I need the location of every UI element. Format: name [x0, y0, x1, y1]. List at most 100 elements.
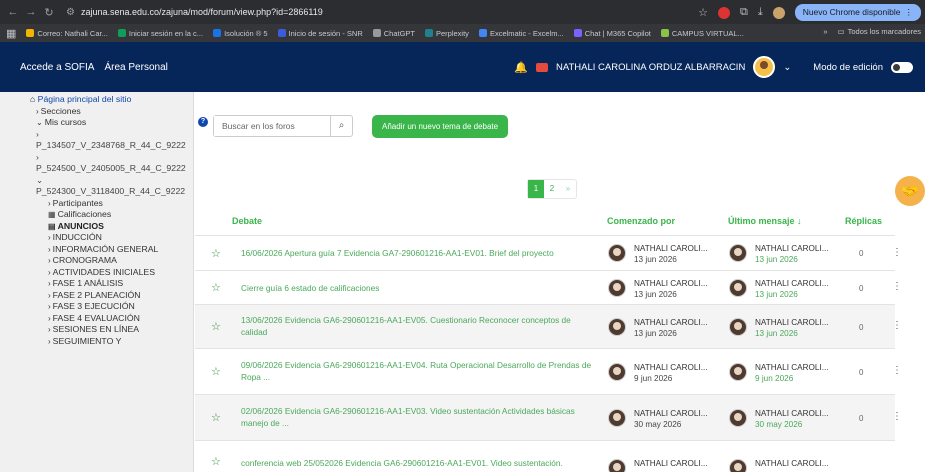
bookmark-item[interactable]: Iniciar sesión en la c...	[117, 29, 203, 38]
avatar[interactable]	[729, 279, 747, 297]
sidebar-item-fase-3[interactable]: › FASE 3 EJECUCIÓN	[48, 301, 193, 313]
discussion-link[interactable]: conferencia web 25/052026 Evidencia GA6-…	[241, 457, 596, 469]
sidebar-item-fase-2[interactable]: › FASE 2 PLANEACIÓN	[48, 290, 193, 302]
extensions-puzzle-icon[interactable]: ⧉	[740, 6, 748, 19]
sidebar-item-fase-4[interactable]: › FASE 4 EVALUACIÓN	[48, 313, 193, 325]
avatar[interactable]	[729, 363, 747, 381]
starter-name[interactable]: NATHALI CAROLI...	[634, 363, 708, 372]
chrome-update-button[interactable]: Nuevo Chrome disponible ⋮	[794, 4, 921, 21]
column-replies[interactable]: Réplicas	[845, 216, 882, 226]
sidebar-course-2[interactable]: › P_524500_V_2405005_R_44_C_9222	[36, 152, 193, 175]
sidebar-item-induccion[interactable]: › INDUCCIÓN	[48, 232, 193, 244]
search-input[interactable]	[214, 116, 329, 136]
chevron-double-right-icon[interactable]: »	[823, 27, 827, 36]
more-options-icon[interactable]: ⋮	[892, 411, 902, 422]
site-info-icon[interactable]: ⚙	[66, 7, 75, 18]
bell-icon[interactable]: 🔔	[514, 61, 528, 74]
more-options-icon[interactable]: ⋮	[892, 247, 902, 258]
profile-avatar[interactable]	[772, 6, 785, 19]
sidebar-item-my-courses[interactable]: ⌄ Mis cursos	[36, 117, 193, 129]
avatar[interactable]	[608, 279, 626, 297]
last-post-author[interactable]: NATHALI CAROLI...	[755, 279, 829, 288]
last-post-date[interactable]: 13 jun 2026	[755, 290, 798, 299]
sidebar-item-info-general[interactable]: › INFORMACIÓN GENERAL	[48, 244, 193, 256]
starter-name[interactable]: NATHALI CAROLI...	[634, 409, 708, 418]
star-icon[interactable]: ☆	[211, 411, 221, 424]
avatar[interactable]	[608, 318, 626, 336]
discussion-link[interactable]: 16/06/2026 Apertura guía 7 Evidencia GA7…	[241, 247, 596, 259]
star-icon[interactable]: ☆	[211, 455, 221, 468]
edit-mode-toggle[interactable]	[891, 61, 913, 73]
last-post-date[interactable]: 9 jun 2026	[755, 374, 793, 383]
more-options-icon[interactable]: ⋮	[892, 320, 902, 331]
avatar[interactable]	[608, 363, 626, 381]
discussion-link[interactable]: Cierre guía 6 estado de calificaciones	[241, 282, 596, 294]
chevron-down-icon[interactable]: ⌄	[783, 62, 791, 73]
sidebar-item-sections[interactable]: › Secciones	[36, 106, 193, 118]
avatar[interactable]	[608, 459, 626, 472]
sidebar-item-seguimiento[interactable]: › SEGUIMIENTO Y	[48, 336, 193, 348]
sidebar-item-actividades-iniciales[interactable]: › ACTIVIDADES INICIALES	[48, 267, 193, 279]
avatar[interactable]	[729, 459, 747, 472]
avatar[interactable]	[608, 409, 626, 427]
extension-icon[interactable]	[717, 6, 730, 19]
more-options-icon[interactable]: ⋮	[892, 281, 902, 292]
last-post-author[interactable]: NATHALI CAROLI...	[755, 459, 829, 468]
more-options-icon[interactable]: ⋮	[892, 365, 902, 376]
star-icon[interactable]: ☆	[211, 247, 221, 260]
all-bookmarks-button[interactable]: ▭ Todos los marcadores	[838, 27, 921, 36]
avatar[interactable]	[729, 409, 747, 427]
bookmark-item[interactable]: Correo: Nathali Car...	[26, 29, 108, 38]
starter-name[interactable]: NATHALI CAROLI...	[634, 459, 708, 468]
back-icon[interactable]: ←	[4, 6, 22, 18]
nav-link-sofia[interactable]: Accede a SOFIA	[20, 62, 94, 73]
sidebar-item-participants[interactable]: › Participantes	[48, 198, 193, 210]
avatar[interactable]	[608, 244, 626, 262]
column-debate[interactable]: Debate	[232, 216, 262, 226]
avatar[interactable]	[729, 244, 747, 262]
download-icon[interactable]: ⤓	[758, 6, 763, 19]
last-post-author[interactable]: NATHALI CAROLI...	[755, 409, 829, 418]
user-avatar[interactable]	[753, 56, 776, 78]
sidebar-item-fase-1[interactable]: › FASE 1 ANÁLISIS	[48, 278, 193, 290]
sidebar-item-cronograma[interactable]: › CRONOGRAMA	[48, 255, 193, 267]
url-text[interactable]: zajuna.sena.edu.co/zajuna/mod/forum/view…	[81, 7, 323, 17]
star-icon[interactable]: ☆	[211, 281, 221, 294]
address-bar[interactable]: ⚙ zajuna.sena.edu.co/zajuna/mod/forum/vi…	[66, 7, 323, 18]
last-post-author[interactable]: NATHALI CAROLI...	[755, 363, 829, 372]
discussion-link[interactable]: 09/06/2026 Evidencia GA6-290601216-AA1-E…	[241, 359, 596, 383]
page-2[interactable]: 2	[544, 180, 560, 198]
sidebar-item-home[interactable]: ⌂ Página principal del sitio	[30, 94, 193, 106]
apps-grid-icon[interactable]: ▦	[6, 27, 16, 40]
help-icon[interactable]: ?	[198, 117, 208, 127]
bookmark-item[interactable]: Isolución ® 5	[213, 29, 268, 38]
last-post-date[interactable]: 13 jun 2026	[755, 329, 798, 338]
bookmark-item[interactable]: ChatGPT	[372, 29, 415, 38]
sidebar-item-grades[interactable]: ▦ Calificaciones	[48, 209, 193, 221]
sidebar-course-3[interactable]: ⌄ P_524300_V_3118400_R_44_C_9222	[36, 175, 193, 198]
bookmark-item[interactable]: Perplexity	[425, 29, 469, 38]
last-post-author[interactable]: NATHALI CAROLI...	[755, 318, 829, 327]
starter-name[interactable]: NATHALI CAROLI...	[634, 318, 708, 327]
column-started-by[interactable]: Comenzado por	[607, 216, 675, 226]
sidebar-item-sesiones[interactable]: › SESIONES EN LÍNEA	[48, 324, 193, 336]
bookmark-item[interactable]: CAMPUS VIRTUAL...	[660, 29, 744, 38]
add-discussion-button[interactable]: Añadir un nuevo tema de debate	[372, 115, 509, 138]
discussion-link[interactable]: 02/06/2026 Evidencia GA6-290601216-AA1-E…	[241, 405, 596, 429]
bookmark-item[interactable]: Excelmatic - Excelm...	[478, 29, 564, 38]
handshake-icon[interactable]: 🤝	[895, 176, 925, 206]
last-post-author[interactable]: NATHALI CAROLI...	[755, 244, 829, 253]
last-post-date[interactable]: 13 jun 2026	[755, 255, 798, 264]
page-1[interactable]: 1	[528, 180, 544, 198]
nav-link-area-personal[interactable]: Área Personal	[104, 62, 167, 73]
bookmark-item[interactable]: Inicio de sesión - SNR	[277, 29, 363, 38]
user-name[interactable]: NATHALI CAROLINA ORDUZ ALBARRACIN	[556, 62, 745, 73]
discussion-link[interactable]: 13/06/2026 Evidencia GA6-290601216-AA1-E…	[241, 314, 596, 338]
messages-icon[interactable]	[535, 62, 548, 72]
sidebar-course-1[interactable]: › P_134507_V_2348768_R_44_C_9222	[36, 129, 193, 152]
star-icon[interactable]: ☆	[211, 320, 221, 333]
avatar[interactable]	[729, 318, 747, 336]
starter-name[interactable]: NATHALI CAROLI...	[634, 279, 708, 288]
page-next[interactable]: »	[560, 180, 576, 198]
last-post-date[interactable]: 30 may 2026	[755, 420, 802, 429]
